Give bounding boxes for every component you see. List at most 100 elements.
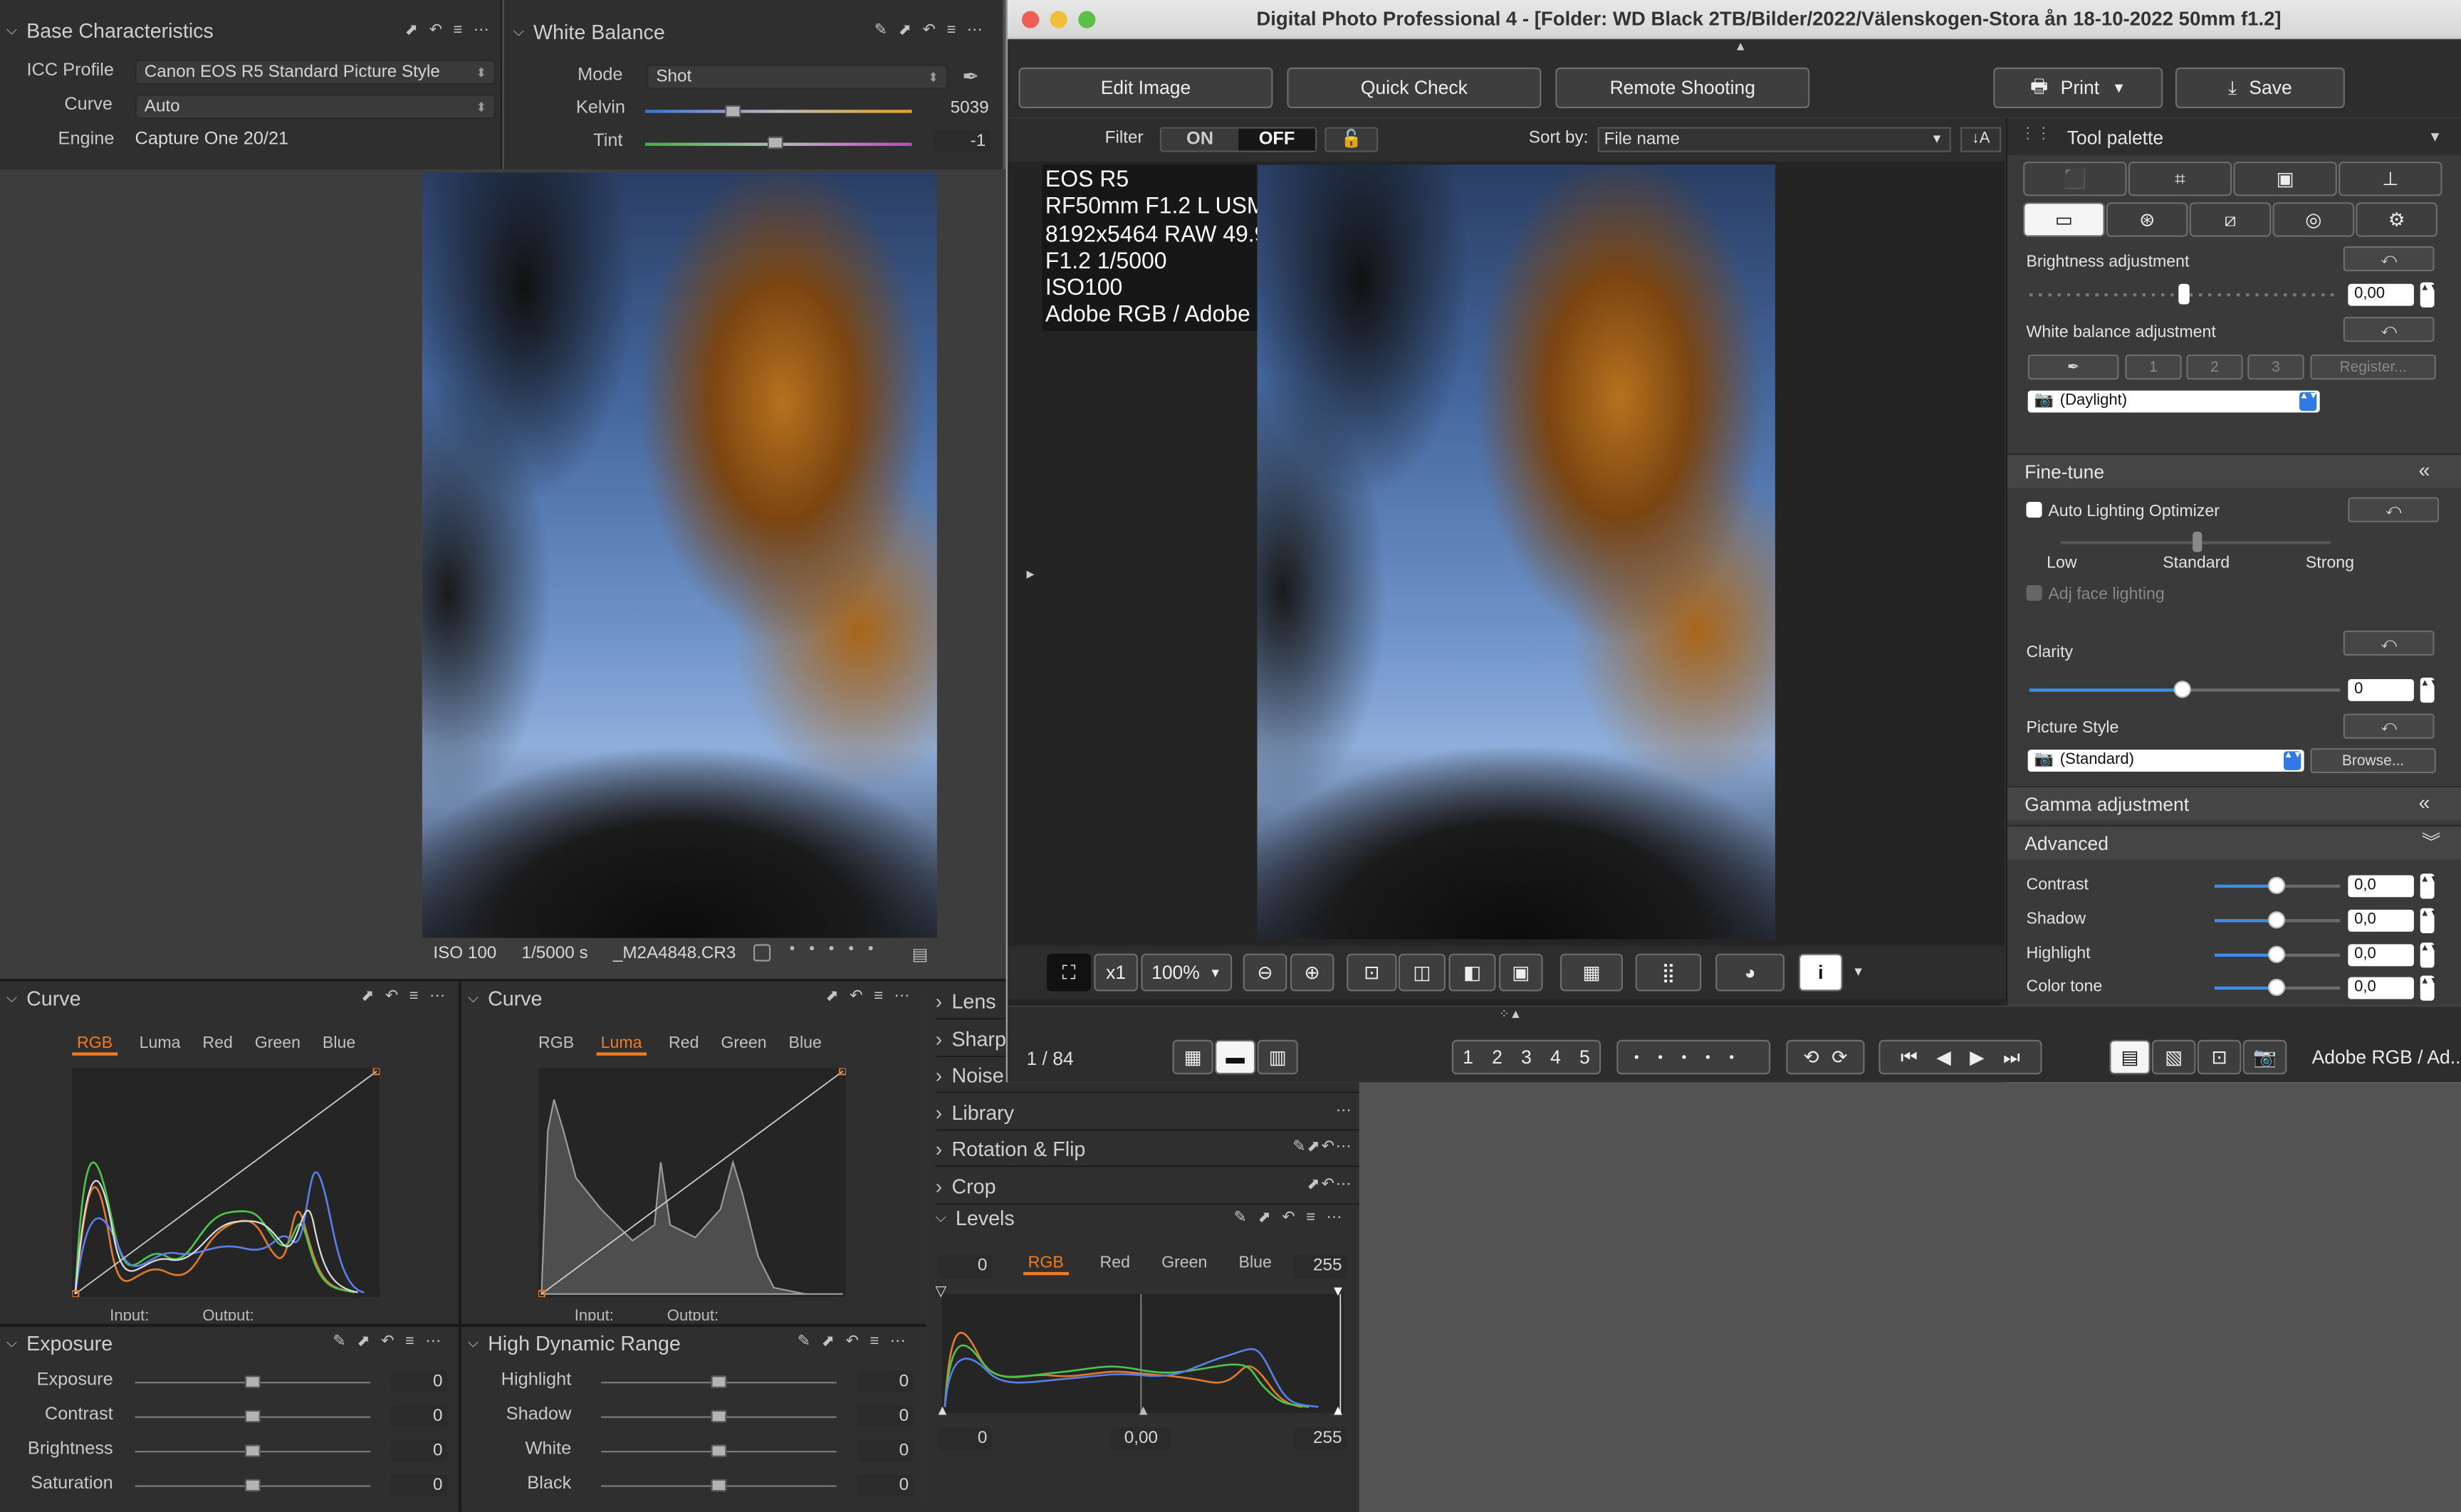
- tab-red[interactable]: Red: [1100, 1253, 1130, 1275]
- levels-histogram[interactable]: [941, 1293, 1344, 1414]
- tab-green[interactable]: Green: [721, 1034, 766, 1056]
- menu-icon[interactable]: ≡: [946, 22, 956, 39]
- rotate-left-icon[interactable]: ⟲: [1803, 1046, 1819, 1069]
- filter-toggle[interactable]: ON OFF: [1159, 127, 1317, 152]
- advanced-slider-stepper[interactable]: ▲▼: [2420, 873, 2439, 899]
- preview-photo[interactable]: [1257, 164, 1775, 940]
- menu-icon[interactable]: ≡: [454, 22, 463, 39]
- tint-slider-thumb[interactable]: [767, 136, 783, 149]
- clarity-slider-fill[interactable]: [2029, 688, 2183, 692]
- hdr-slider-thumb[interactable]: [711, 1444, 727, 1457]
- brightness-stepper[interactable]: ▲▼: [2420, 282, 2439, 308]
- hdr-slider-value[interactable]: 0: [857, 1370, 914, 1393]
- navigator-icon[interactable]: ⊡: [2197, 1039, 2242, 1075]
- more-icon[interactable]: ⋯: [429, 988, 445, 1005]
- advanced-slider-track[interactable]: [2277, 884, 2341, 888]
- clarity-slider-track[interactable]: [2183, 688, 2341, 692]
- tab-rgb[interactable]: RGB: [72, 1034, 117, 1056]
- clarity-stepper[interactable]: ▲▼: [2420, 677, 2439, 703]
- advanced-slider-thumb[interactable]: [2267, 979, 2286, 997]
- star-rating-4[interactable]: 4: [1550, 1046, 1561, 1069]
- pin-icon[interactable]: ⬈: [357, 1333, 370, 1350]
- more-icon[interactable]: ⋯: [894, 988, 910, 1005]
- sort-select[interactable]: File name ▼: [1597, 127, 1951, 152]
- picture-style-select[interactable]: 📷 (Standard) ▲▼: [2027, 750, 2304, 772]
- collapse-icon[interactable]: «: [2419, 458, 2430, 481]
- brightness-reset-icon[interactable]: ⤺: [2343, 246, 2435, 272]
- picker-icon[interactable]: ✎: [798, 1333, 811, 1350]
- advanced-slider-stepper[interactable]: ▲▼: [2420, 942, 2439, 967]
- curve-header[interactable]: ⌵ Curve: [468, 987, 543, 1010]
- levels-out-white-handle[interactable]: ▲: [1331, 1402, 1345, 1418]
- filter-on[interactable]: ON: [1161, 129, 1238, 151]
- zoom-in-icon[interactable]: ⊕: [1290, 953, 1334, 992]
- tab-green[interactable]: Green: [1161, 1253, 1207, 1275]
- eyedropper-icon[interactable]: ✒: [962, 64, 979, 89]
- image-tab-icon[interactable]: ▣: [2233, 161, 2337, 196]
- dust-delete-icon[interactable]: ⣿: [1635, 953, 1702, 992]
- filmstrip-view-icon[interactable]: ▬: [1214, 1039, 1256, 1075]
- star-rating-5[interactable]: 5: [1579, 1046, 1590, 1069]
- tab-red[interactable]: Red: [202, 1034, 232, 1056]
- hdr-slider-thumb[interactable]: [711, 1375, 727, 1388]
- settings-icon[interactable]: ⚙: [2356, 202, 2438, 237]
- alo-slider-thumb[interactable]: [2193, 531, 2203, 552]
- tab-red[interactable]: Red: [669, 1034, 699, 1056]
- reset-icon[interactable]: ↶: [846, 1333, 859, 1350]
- levels-out-black-handle[interactable]: ▲: [936, 1402, 950, 1418]
- zoom-select[interactable]: 100% ▼: [1141, 953, 1233, 992]
- hdr-slider-value[interactable]: 0: [857, 1474, 914, 1496]
- alo-reset-icon[interactable]: ⤺: [2348, 497, 2440, 523]
- info-icon[interactable]: i: [1798, 953, 1843, 992]
- drag-handle-icon[interactable]: ⋮⋮: [2020, 125, 2052, 142]
- color-adjust-icon[interactable]: ◎: [2272, 202, 2355, 237]
- levels-output-mid[interactable]: 0,00: [1111, 1427, 1171, 1451]
- select-checkbox[interactable]: [753, 944, 771, 962]
- kelvin-slider-thumb[interactable]: [725, 105, 741, 118]
- zoom-window-button[interactable]: [1078, 11, 1096, 28]
- face-lighting-checkbox[interactable]: [2026, 584, 2042, 601]
- rotate-buttons[interactable]: ⟲ ⟳: [1786, 1039, 1865, 1075]
- stamp-tab-icon[interactable]: ⊥: [2339, 161, 2442, 196]
- menu-icon[interactable]: ≡: [869, 1333, 879, 1350]
- remote-shooting-button[interactable]: Remote Shooting: [1555, 67, 1810, 109]
- zoom-x1-button[interactable]: x1: [1094, 953, 1138, 992]
- curve-select[interactable]: Auto ⬍: [135, 94, 496, 120]
- grid-view-icon[interactable]: ▦: [1172, 1039, 1213, 1075]
- reset-icon[interactable]: ↶: [1282, 1209, 1295, 1227]
- advanced-slider-track[interactable]: [2277, 952, 2341, 957]
- levels-input-high[interactable]: 255: [1293, 1254, 1347, 1279]
- expand-icon[interactable]: ︾: [2422, 828, 2440, 854]
- list-view-icon[interactable]: ▥: [1257, 1039, 1298, 1075]
- sort-direction-button[interactable]: ↓A: [1960, 127, 2002, 152]
- basic-adjust-icon[interactable]: ▭: [2023, 202, 2105, 237]
- more-icon[interactable]: ⋯: [890, 1333, 906, 1350]
- collapse-toolbar-icon[interactable]: ▲: [1735, 39, 1747, 53]
- basic-tab-icon[interactable]: ⬛: [2023, 161, 2127, 196]
- zoom-out-icon[interactable]: ⊖: [1243, 953, 1287, 992]
- tint-value[interactable]: -1: [934, 130, 991, 152]
- brightness-slider-thumb[interactable]: [2178, 283, 2190, 305]
- palette-icon[interactable]: ▤: [2109, 1039, 2151, 1075]
- fit-screen-button[interactable]: ⛶: [1047, 953, 1091, 992]
- exposure-header[interactable]: ⌵ Exposure: [6, 1332, 113, 1355]
- reset-icon[interactable]: ↶: [429, 22, 443, 39]
- advanced-slider-value[interactable]: 0,0: [2348, 943, 2414, 966]
- dropdown-arrow-icon[interactable]: ▼: [1852, 965, 1864, 979]
- wb-register-button[interactable]: Register...: [2310, 354, 2436, 380]
- kelvin-slider-track[interactable]: [644, 110, 912, 113]
- filter-lock-icon[interactable]: 🔓: [1324, 127, 1379, 152]
- collapse-icon[interactable]: «: [2419, 790, 2430, 814]
- color-label-dots[interactable]: •••••: [1616, 1039, 1771, 1075]
- luma-curve-graph[interactable]: [538, 1068, 847, 1298]
- clarity-value[interactable]: 0: [2348, 679, 2414, 701]
- detail-icon[interactable]: ⊛: [2106, 202, 2188, 237]
- wb-reset-icon[interactable]: ⤺: [2343, 317, 2435, 342]
- advanced-slider-track[interactable]: [2277, 918, 2341, 923]
- compare-split-icon[interactable]: ◧: [1448, 953, 1496, 992]
- base-characteristics-header[interactable]: ⌵ Base Characteristics: [6, 19, 214, 42]
- more-icon[interactable]: ⋯: [425, 1333, 441, 1350]
- levels-black-handle[interactable]: ▽: [936, 1283, 946, 1300]
- kelvin-value[interactable]: 5039: [921, 99, 989, 117]
- first-image-icon[interactable]: ⏮: [1901, 1045, 1918, 1069]
